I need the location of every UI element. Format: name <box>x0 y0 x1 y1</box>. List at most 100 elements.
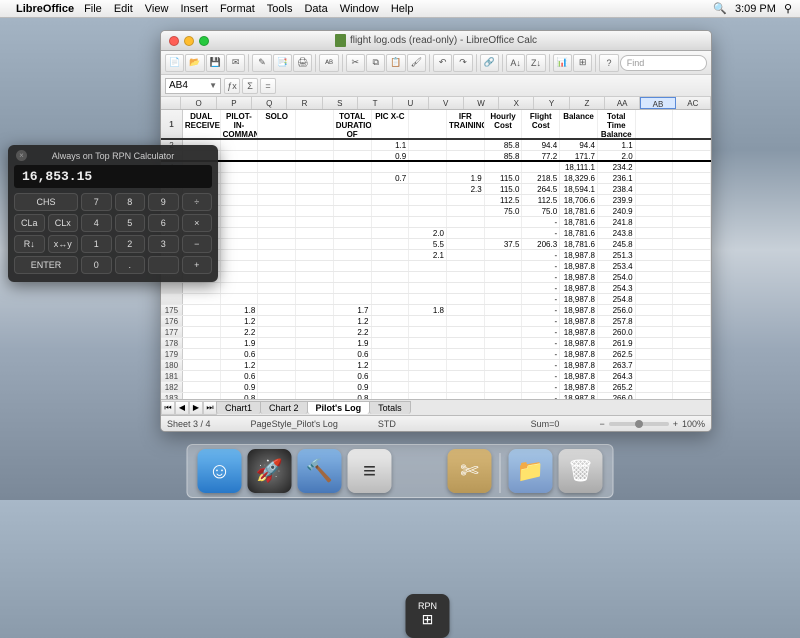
cell[interactable] <box>447 250 485 260</box>
cell[interactable] <box>183 283 221 293</box>
rpn-key-CLa[interactable]: CLa <box>14 214 45 232</box>
cell[interactable] <box>636 151 674 160</box>
rpn-key-×[interactable]: × <box>182 214 213 232</box>
cell[interactable] <box>221 184 259 194</box>
header-cell[interactable] <box>296 110 334 138</box>
cell[interactable]: 18,987.8 <box>560 283 598 293</box>
cell[interactable]: 236.1 <box>598 173 636 183</box>
column-header[interactable]: O <box>181 97 216 109</box>
cell[interactable] <box>258 294 296 304</box>
dock-clipboard[interactable]: ✄ <box>448 449 492 493</box>
menu-help[interactable]: Help <box>391 3 414 15</box>
cell[interactable]: 5.5 <box>409 239 447 249</box>
cell[interactable] <box>296 272 334 282</box>
cell[interactable] <box>447 349 485 359</box>
cell[interactable]: 18,987.8 <box>560 371 598 381</box>
column-header[interactable]: Q <box>252 97 287 109</box>
header-cell[interactable]: PILOT-IN-COMMAND <box>221 110 259 138</box>
cell[interactable] <box>183 393 221 399</box>
cell[interactable] <box>258 239 296 249</box>
cell[interactable] <box>296 162 334 172</box>
cell[interactable] <box>673 151 711 160</box>
cell[interactable] <box>673 283 711 293</box>
cell[interactable] <box>372 283 410 293</box>
cell[interactable] <box>372 349 410 359</box>
app-name[interactable]: LibreOffice <box>16 3 74 15</box>
menu-format[interactable]: Format <box>220 3 255 15</box>
cell[interactable] <box>485 338 523 348</box>
cell[interactable] <box>673 261 711 271</box>
cell[interactable] <box>409 294 447 304</box>
cell[interactable] <box>409 382 447 392</box>
cell[interactable] <box>334 250 372 260</box>
cell[interactable]: 1.1 <box>372 140 410 150</box>
cell[interactable]: 1.2 <box>221 316 259 326</box>
cell[interactable] <box>296 327 334 337</box>
rpn-calculator-window[interactable]: × Always on Top RPN Calculator 16,853.15… <box>8 145 218 282</box>
cell[interactable] <box>334 162 372 172</box>
cell[interactable] <box>258 140 296 150</box>
dock-finder[interactable]: ☺ <box>198 449 242 493</box>
cell[interactable] <box>485 162 523 172</box>
cell[interactable] <box>183 316 221 326</box>
cell[interactable]: 254.0 <box>598 272 636 282</box>
cell[interactable] <box>372 393 410 399</box>
cell[interactable] <box>673 316 711 326</box>
cell[interactable] <box>372 316 410 326</box>
cell[interactable] <box>447 316 485 326</box>
cell[interactable]: 18,987.8 <box>560 382 598 392</box>
cell[interactable]: - <box>522 250 560 260</box>
cell[interactable] <box>296 217 334 227</box>
cell[interactable] <box>636 261 674 271</box>
cell[interactable] <box>258 162 296 172</box>
cell[interactable] <box>636 393 674 399</box>
table-row[interactable]: 1810.60.6-18,987.8264.3 <box>161 371 711 382</box>
cell[interactable] <box>409 272 447 282</box>
cell[interactable]: 245.8 <box>598 239 636 249</box>
cell[interactable]: 18,987.8 <box>560 327 598 337</box>
cell[interactable] <box>447 371 485 381</box>
cell[interactable] <box>636 206 674 216</box>
cell[interactable] <box>372 261 410 271</box>
cell[interactable] <box>334 173 372 183</box>
row-header[interactable]: 176 <box>161 316 183 326</box>
header-cell[interactable]: Hourly Cost <box>485 110 523 138</box>
rpn-key-.[interactable]: . <box>115 256 146 274</box>
cell[interactable] <box>636 250 674 260</box>
cell[interactable]: 1.2 <box>334 360 372 370</box>
cell[interactable]: 2.2 <box>221 327 259 337</box>
cell[interactable]: 18,987.8 <box>560 316 598 326</box>
cell[interactable] <box>673 393 711 399</box>
menu-window[interactable]: Window <box>340 3 379 15</box>
next-sheet-button[interactable]: ▶ <box>189 401 203 415</box>
cell[interactable]: 1.1 <box>598 140 636 150</box>
cell[interactable] <box>296 250 334 260</box>
paste-button[interactable]: 📋 <box>386 54 405 72</box>
cell[interactable] <box>334 272 372 282</box>
header-cell[interactable]: PIC X-C <box>372 110 410 138</box>
cell[interactable]: - <box>522 272 560 282</box>
cell[interactable]: - <box>522 316 560 326</box>
cell[interactable]: 18,781.6 <box>560 206 598 216</box>
pdf-button[interactable]: 📑 <box>273 54 292 72</box>
dock-rpn[interactable]: RPN⊞ <box>406 594 450 638</box>
table-row[interactable]: 1781.91.9-18,987.8261.9 <box>161 338 711 349</box>
cell[interactable] <box>409 327 447 337</box>
row-header[interactable]: 183 <box>161 393 183 399</box>
close-button[interactable]: × <box>16 150 27 161</box>
cell[interactable] <box>258 173 296 183</box>
cell[interactable]: 0.6 <box>334 371 372 381</box>
cell[interactable] <box>409 173 447 183</box>
cell[interactable] <box>334 151 372 160</box>
cell[interactable] <box>221 250 259 260</box>
cell[interactable]: - <box>522 338 560 348</box>
cell[interactable] <box>447 327 485 337</box>
cell[interactable] <box>636 371 674 381</box>
sort-asc-button[interactable]: A↓ <box>506 54 525 72</box>
cell[interactable] <box>447 162 485 172</box>
undo-button[interactable]: ↶ <box>433 54 452 72</box>
cell[interactable] <box>636 217 674 227</box>
header-cell[interactable]: IFR TRAINING <box>447 110 485 138</box>
cell[interactable] <box>636 349 674 359</box>
table-row[interactable]: -18,987.8254.8 <box>161 294 711 305</box>
